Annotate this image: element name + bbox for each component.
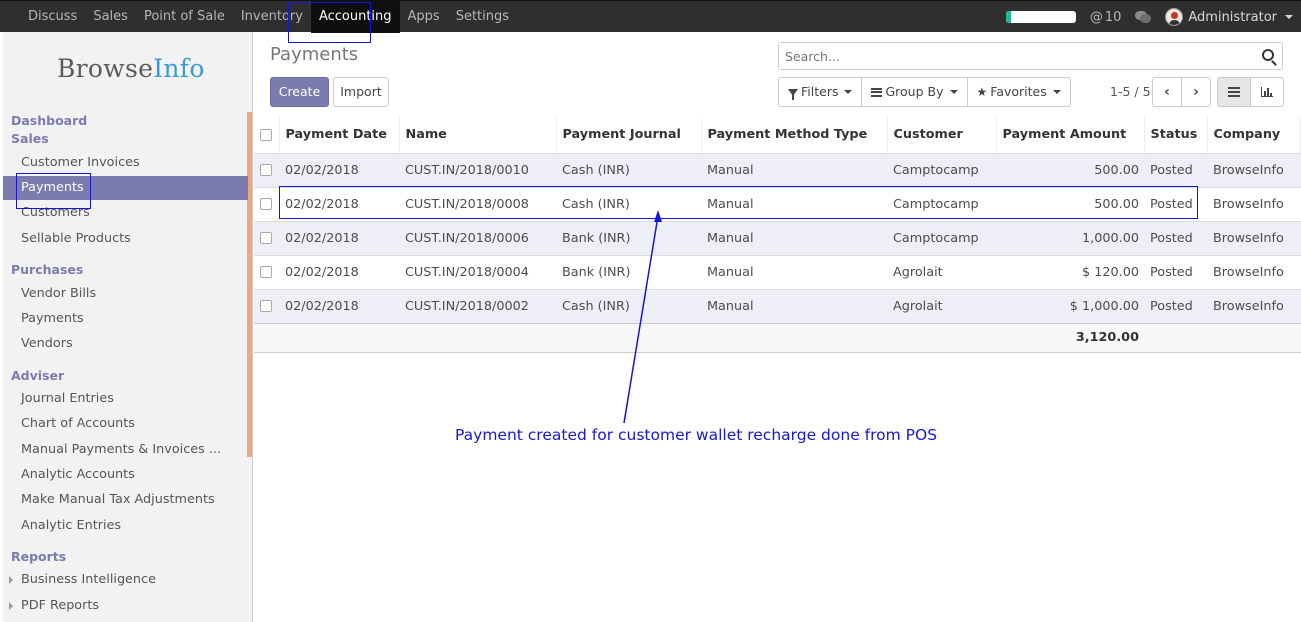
annotation-text: Payment created for customer wallet rech…: [455, 426, 938, 444]
annotation-arrow: [623, 210, 662, 424]
